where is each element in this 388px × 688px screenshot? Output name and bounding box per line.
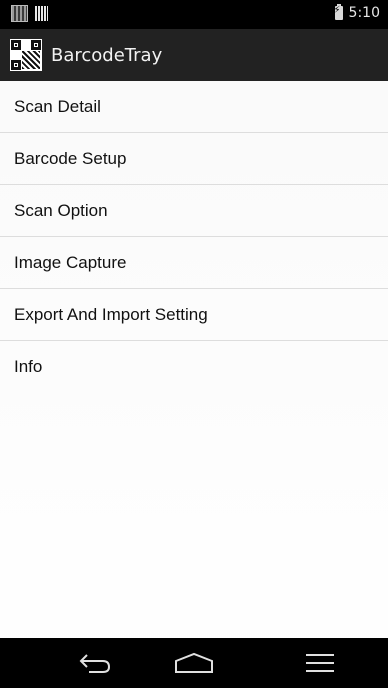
screen: 5:10 BarcodeTray Scan Detail Barcode Set…	[0, 0, 388, 688]
menu-item-label: Scan Option	[14, 200, 108, 220]
menu-item-label: Info	[14, 357, 43, 376]
battery-charging-icon	[334, 4, 343, 20]
qr-code-app-icon[interactable]	[10, 39, 42, 71]
status-left-icons	[11, 5, 48, 22]
menu-item-info[interactable]: Info	[0, 341, 388, 393]
menu-item-label: Barcode Setup	[14, 148, 127, 168]
menu-item-label: Export And Import Setting	[14, 304, 208, 324]
back-button[interactable]	[55, 638, 135, 688]
app-title: BarcodeTray	[51, 44, 163, 66]
menu-item-scan-option[interactable]: Scan Option	[0, 185, 388, 237]
home-icon	[175, 652, 213, 673]
back-icon	[79, 654, 111, 673]
qr-notification-icon	[11, 5, 28, 22]
barcode-notification-icon	[35, 6, 48, 21]
menu-item-label: Scan Detail	[14, 96, 101, 116]
menu-button[interactable]	[280, 638, 360, 688]
navigation-bar	[0, 638, 388, 688]
status-time: 5:10	[348, 5, 380, 21]
status-right: 5:10	[334, 4, 380, 21]
menu-item-label: Image Capture	[14, 252, 127, 272]
menu-item-barcode-setup[interactable]: Barcode Setup	[0, 133, 388, 185]
menu-item-export-import-setting[interactable]: Export And Import Setting	[0, 289, 388, 341]
action-bar: BarcodeTray	[0, 29, 388, 81]
status-bar: 5:10	[0, 0, 388, 29]
settings-menu: Scan Detail Barcode Setup Scan Option Im…	[0, 81, 388, 393]
menu-item-scan-detail[interactable]: Scan Detail	[0, 81, 388, 133]
home-button[interactable]	[154, 638, 234, 688]
menu-icon	[306, 654, 334, 672]
menu-item-image-capture[interactable]: Image Capture	[0, 237, 388, 289]
